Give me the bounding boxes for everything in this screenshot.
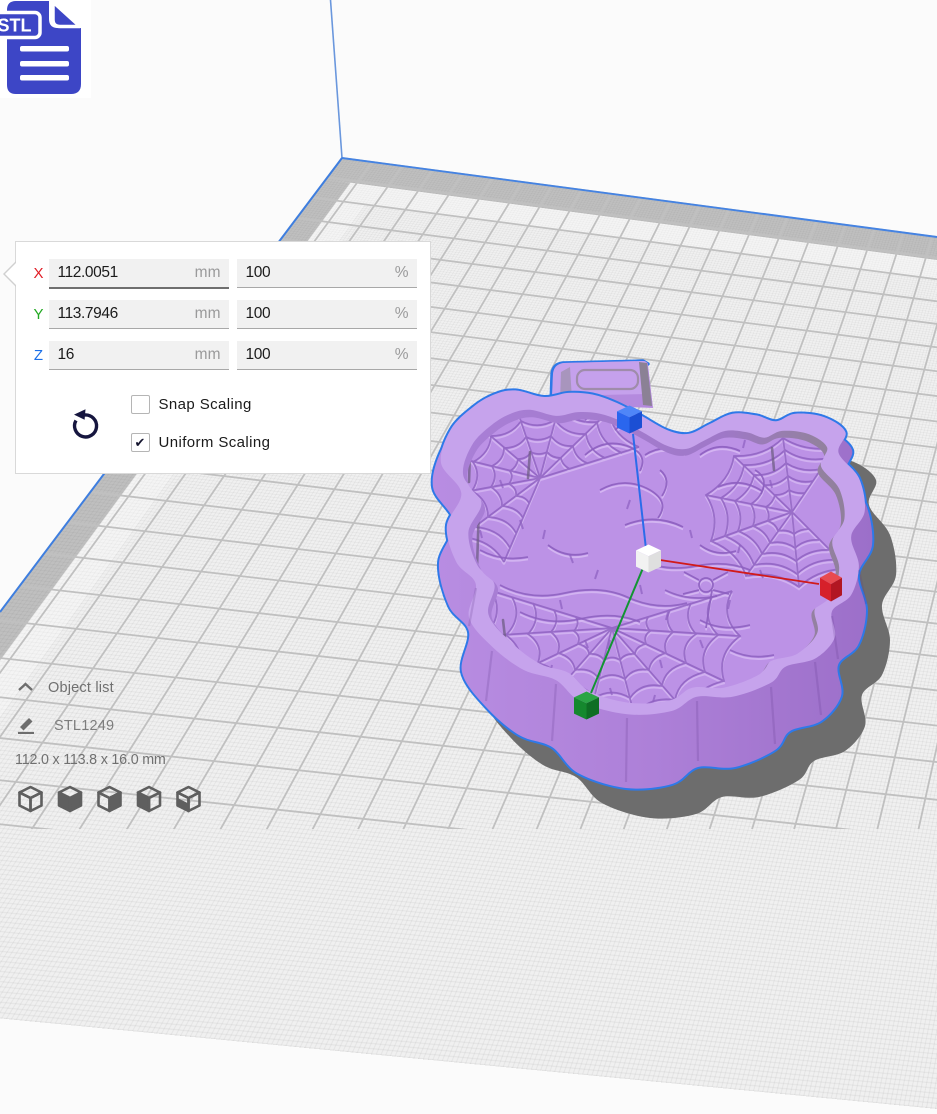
svg-text:STL: STL [0,16,32,36]
